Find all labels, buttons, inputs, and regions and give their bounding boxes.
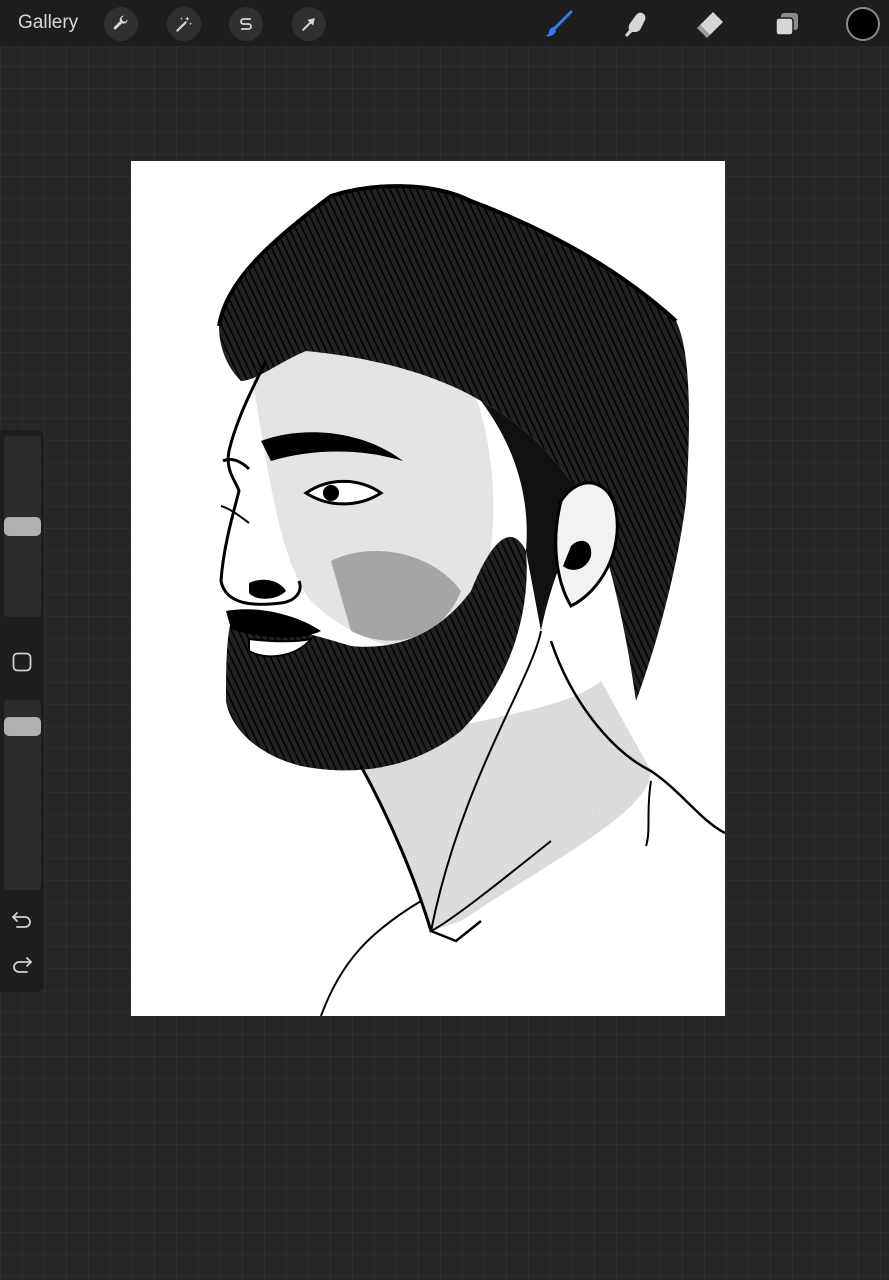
shoulder-back-line: [645, 780, 652, 847]
redo-arrow-icon: [13, 957, 32, 973]
brush-icon: [546, 10, 573, 37]
layers-button[interactable]: [769, 6, 805, 42]
undo-arrow-icon: [12, 912, 31, 928]
procreate-app: Gallery: [0, 0, 889, 1280]
left-sidebar: [0, 430, 44, 992]
brush-tool-button[interactable]: [541, 6, 577, 42]
portrait-sketch: [217, 184, 725, 1016]
modify-button[interactable]: [12, 652, 32, 672]
gallery-button[interactable]: Gallery: [18, 11, 78, 35]
pupil: [323, 485, 339, 501]
smudge-finger-icon: [625, 12, 646, 37]
undo-button[interactable]: [10, 907, 34, 931]
drawing-canvas[interactable]: [131, 161, 725, 1016]
transform-button[interactable]: [292, 7, 326, 41]
layers-icon: [775, 13, 798, 36]
smudge-tool-button[interactable]: [617, 6, 653, 42]
top-toolbar: Gallery: [0, 0, 889, 46]
eraser-tool-button[interactable]: [692, 6, 728, 42]
square-icon: [12, 652, 32, 672]
selection-button[interactable]: [229, 7, 263, 41]
adjustments-button[interactable]: [167, 7, 201, 41]
shoulder-line: [320, 900, 422, 1016]
nostril: [249, 579, 286, 599]
opacity-thumb[interactable]: [4, 717, 41, 736]
arrow-cursor-icon: [302, 18, 315, 31]
actions-button[interactable]: [104, 7, 138, 41]
brush-size-slider[interactable]: [4, 436, 41, 617]
brush-size-thumb[interactable]: [4, 517, 41, 536]
opacity-slider[interactable]: [4, 700, 41, 890]
redo-button[interactable]: [10, 952, 34, 976]
far-eyebrow: [222, 457, 251, 471]
wrench-icon: [113, 15, 128, 30]
eraser-icon: [697, 12, 723, 38]
color-swatch-button[interactable]: [846, 7, 880, 41]
magic-wand-icon: [176, 16, 193, 32]
selection-s-icon: [240, 18, 252, 30]
